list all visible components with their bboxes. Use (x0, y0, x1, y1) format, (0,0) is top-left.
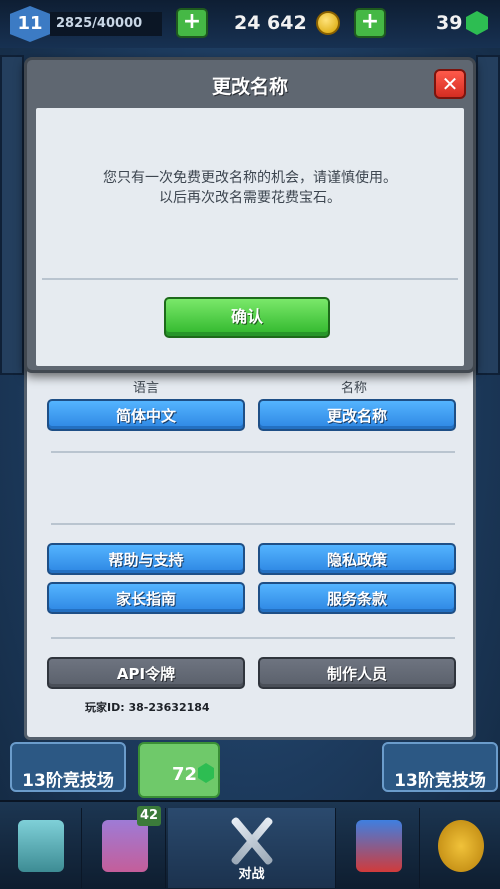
divider (51, 637, 455, 639)
gold-coin-icon (316, 11, 340, 35)
top-bar: 11 2825/40000 + 24 642 + 39 (0, 0, 500, 48)
modal-title: 更改名称 (211, 76, 288, 98)
bottom-nav: 对战 (0, 800, 500, 889)
crossed-swords-icon (216, 816, 288, 866)
gem-amount: 39 (436, 12, 463, 34)
left-frame (0, 55, 24, 375)
gold-amount: 24 642 (234, 12, 307, 34)
add-gold-button[interactable]: + (176, 8, 208, 38)
cards-icon (102, 820, 148, 872)
nav-tab-battle[interactable]: 对战 (168, 808, 336, 888)
parents-guide-button[interactable]: 家长指南 (47, 582, 245, 614)
close-icon: ✕ (441, 72, 459, 96)
arena-card-right[interactable]: 13阶竞技场 (382, 742, 498, 792)
rename-button[interactable]: 更改名称 (258, 399, 456, 431)
chest-icon (18, 820, 64, 872)
divider (51, 451, 455, 453)
nav-tab-events[interactable] (420, 808, 500, 888)
level-badge: 11 (10, 6, 50, 42)
divider (51, 523, 455, 525)
settings-panel: 语言 名称 简体中文 更改名称 帮助与支持 隐私政策 家长指南 服务条款 API… (24, 330, 476, 740)
gem-icon (466, 11, 488, 35)
api-token-button[interactable]: API令牌 (47, 657, 245, 689)
events-calendar-icon (438, 820, 484, 872)
confirm-button[interactable]: 确认 (164, 297, 330, 338)
clan-shield-icon (356, 820, 402, 872)
credits-button[interactable]: 制作人员 (258, 657, 456, 689)
modal-divider (42, 278, 458, 280)
message-line-2: 以后再次改名需要花费宝石。 (159, 190, 341, 206)
nav-tab-shop[interactable] (0, 808, 82, 888)
arena-card-left[interactable]: 13阶竞技场 (10, 742, 126, 792)
language-header: 语言 (133, 381, 160, 396)
close-button[interactable]: ✕ (434, 69, 466, 99)
xp-counter: 2825/40000 (50, 12, 162, 36)
privacy-button[interactable]: 隐私政策 (258, 543, 456, 575)
reward-count: 72 (172, 764, 198, 785)
rename-modal: 更改名称 ✕ 您只有一次免费更改名称的机会，请谨慎使用。 以后再次改名需要花费宝… (24, 57, 476, 373)
battle-label: 对战 (238, 867, 265, 882)
player-id: 玩家ID: 38-23632184 (85, 701, 210, 714)
help-button[interactable]: 帮助与支持 (47, 543, 245, 575)
language-button[interactable]: 简体中文 (47, 399, 245, 431)
modal-message: 您只有一次免费更改名称的机会，请谨慎使用。 以后再次改名需要花费宝石。 (36, 168, 464, 208)
name-header: 名称 (341, 381, 368, 396)
terms-button[interactable]: 服务条款 (258, 582, 456, 614)
nav-tab-clan[interactable] (338, 808, 420, 888)
modal-body: 您只有一次免费更改名称的机会，请谨慎使用。 以后再次改名需要花费宝石。 确认 (36, 108, 464, 366)
add-gems-button[interactable]: + (354, 8, 386, 38)
cards-badge: 42 (137, 806, 161, 826)
message-line-1: 您只有一次免费更改名称的机会，请谨慎使用。 (103, 170, 397, 186)
right-frame (476, 55, 500, 375)
